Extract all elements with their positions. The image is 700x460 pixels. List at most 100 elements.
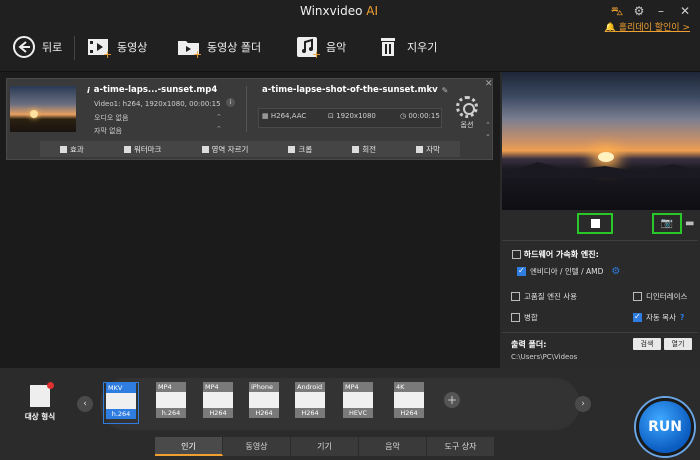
stop-button[interactable] [577,213,613,234]
effect-button[interactable]: 효과 [60,144,84,155]
video-track-info[interactable]: Video1: h264, 1920x1080, 00:00:15 [94,100,221,108]
format-card-iphone[interactable]: iPhone H264 [246,382,282,424]
help-icon[interactable]: ? [680,313,684,322]
trash-icon [377,35,401,59]
carousel-left-arrow[interactable]: ‹ [77,396,93,412]
effect-label: 효과 [70,144,84,154]
edit-name-icon[interactable]: ✎ [442,86,449,95]
app-title: Winxvideo AI [300,4,378,18]
info-icon[interactable]: i [87,86,90,95]
music-icon: + [296,35,321,61]
deinterlace-label: 디인터레이스 [646,292,688,301]
open-button[interactable]: 열기 [664,338,692,350]
tab-toolbox[interactable]: 도구 상자 [427,437,495,456]
snapshot-button[interactable]: 📷 [652,213,682,234]
tab-popular[interactable]: 인기 [155,437,223,456]
expand-down-icon[interactable]: ⌄ [485,130,491,138]
audio-track-info[interactable]: 오디오 없음 [94,113,128,123]
remove-file-icon[interactable]: ✕ [485,79,493,89]
format-bottom-label: HEVC [343,408,373,418]
format-card-icon: MP4 h.264 [156,382,186,418]
deinterlace-checkbox[interactable] [633,292,642,301]
format-card-icon: iPhone H264 [249,382,279,418]
app-title-text: Winxvideo [300,4,363,18]
format-card-icon: MP4 H264 [203,382,233,418]
format-bottom-label: h.264 [106,409,136,419]
format-card-hevc[interactable]: MP4 HEVC [340,382,376,424]
preview-sun [598,152,614,162]
add-format-icon[interactable]: + [444,392,460,408]
hw-option-row: 엔비디아 / 인텔 / AMD ⚙ [517,266,620,277]
svg-text:+: + [312,48,320,59]
tab-video[interactable]: 동영상 [223,437,291,456]
crop-button[interactable]: 크롭 [288,144,312,155]
output-file-row: a-time-lapse-shot-of-the-sunset.mkv ✎ [262,85,448,95]
high-quality-checkbox[interactable] [511,292,520,301]
format-card-android[interactable]: Android H264 [292,382,328,424]
format-card-mp4-h264[interactable]: MP4 H264 [200,382,236,424]
gpu-settings-icon[interactable]: ⚙ [611,266,620,277]
add-music-button[interactable]: + 음악 [296,32,346,62]
merge-row: 병합 [511,312,538,323]
format-top-label: iPhone [249,382,279,392]
subtitle-dropdown-icon[interactable]: ⌃ [216,125,222,133]
options-label: 옵션 [460,121,474,129]
format-bottom-label: H264 [394,408,424,418]
subtitle-label: 자막 [426,144,440,154]
subtitle-track-info[interactable]: 자막 없음 [94,126,122,136]
back-button[interactable]: 뒤로 [12,32,62,62]
format-category-tabs: 인기 동영상 기기 음악 도구 상자 [155,437,495,456]
expand-up-icon[interactable]: ⌃ [485,121,491,129]
add-folder-label: 동영상 폴더 [207,41,262,54]
output-path[interactable]: C:\Users\PC\Videos [511,353,577,361]
format-top-label: MP4 [343,382,373,392]
format-card-4k[interactable]: 4K H264 [391,382,427,424]
carousel-right-arrow[interactable]: › [575,396,591,412]
deinterlace-row: 디인터레이스 [633,291,687,302]
source-file-row: i a-time-laps...-sunset.mp4 [87,85,217,95]
target-format-button[interactable]: 대상 형식 [20,382,60,422]
close-icon[interactable]: ✕ [678,4,692,18]
gpu-label: 엔비디아 / 인텔 / AMD [530,267,604,276]
auto-copy-checkbox[interactable] [633,312,642,322]
minimize-icon[interactable]: – [654,4,668,18]
promo-link[interactable]: 🔔 홀리데이 할인이 > [605,20,690,33]
run-button[interactable]: RUN [636,398,694,456]
gear-icon [456,96,478,118]
add-music-label: 음악 [326,41,347,54]
output-resolution: 1920x1080 [336,112,376,120]
format-card-mp4[interactable]: MP4 h.264 [153,382,189,424]
format-bottom-label: h.264 [156,408,186,418]
format-top-label: MKV [106,383,136,393]
edit-toolbar: 효과 워터마크 영역 자르기 크롭 회전 자막 [40,141,460,157]
tab-music[interactable]: 음악 [359,437,427,456]
format-card-icon: 4K H264 [394,382,424,418]
tab-device[interactable]: 기기 [291,437,359,456]
audio-dropdown-icon[interactable]: ⌃ [216,113,222,121]
watermark-button[interactable]: 워터마크 [123,144,161,155]
clear-label: 지우기 [407,41,438,54]
output-folder-label: 출력 폴더: [511,340,547,349]
clear-button[interactable]: 지우기 [377,32,437,62]
hw-accel-checkbox[interactable] [512,250,521,259]
merge-checkbox[interactable] [511,313,520,322]
merge-label: 병합 [524,313,538,322]
add-video-button[interactable]: + 동영상 [87,32,147,62]
track-info-icon[interactable]: i [226,98,235,107]
auto-copy-row: 자동 복사 ? [633,312,684,323]
rotate-button[interactable]: 회전 [352,144,376,155]
codec-options-button[interactable]: 옵션 [454,96,480,134]
add-folder-button[interactable]: + 동영상 폴더 [177,32,261,62]
cart-icon[interactable]: ⛍ [610,4,624,18]
trim-button[interactable]: 영역 자르기 [201,144,248,155]
format-card-mkv[interactable]: MKV h.264 [103,382,139,424]
gpu-checkbox[interactable] [517,266,526,276]
snapshot-folder-button[interactable]: ▬ [685,218,694,229]
high-quality-label: 고품질 엔진 사용 [524,292,578,301]
back-label: 뒤로 [42,41,63,54]
browse-button[interactable]: 검색 [633,338,661,350]
film-icon: ▦ [262,112,269,120]
subtitle-button[interactable]: 자막 [416,144,440,155]
video-thumbnail [10,86,76,132]
settings-icon[interactable]: ⚙ [632,4,646,18]
